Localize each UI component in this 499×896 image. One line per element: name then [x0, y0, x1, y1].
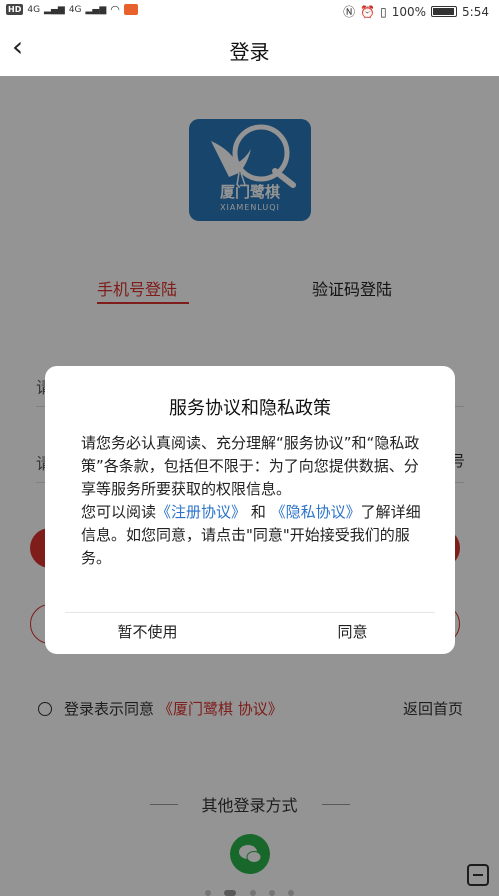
- agree-button[interactable]: 同意: [250, 621, 455, 642]
- battery-percent: 100%: [391, 4, 427, 19]
- signal-bars-icon: ▂▄▆: [44, 4, 65, 15]
- privacy-dialog: 服务协议和隐私政策 请您务必认真阅读、充分理解“服务协议”和“隐私政策”各条款，…: [45, 366, 455, 654]
- clock: 5:54: [462, 4, 489, 19]
- status-left: HD 4G ▂▄▆ 4G ▂▄▆ ◠: [6, 3, 138, 16]
- dialog-and: 和: [250, 503, 266, 521]
- nfc-icon: Ⓝ: [343, 5, 356, 19]
- dialog-paragraph-1: 请您务必认真阅读、充分理解“服务协议”和“隐私政策”各条款，包括但不限于：为了向…: [81, 434, 420, 498]
- notification-app-icon: [123, 4, 138, 15]
- battery-icon: [431, 6, 458, 17]
- dialog-divider: [65, 612, 435, 613]
- dialog-body: 请您务必认真阅读、充分理解“服务协议”和“隐私政策”各条款，包括但不限于：为了向…: [81, 432, 431, 570]
- vibrate-icon: ▯: [380, 4, 387, 19]
- hd-badge: HD: [6, 4, 24, 15]
- dialog-paragraph-2: 您可以阅读《注册协议》 和 《隐私协议》了解详细信息。如您同意，请点击"同意"开…: [81, 501, 431, 570]
- dialog-read-prefix: 您可以阅读: [81, 503, 157, 521]
- dialog-title: 服务协议和隐私政策: [169, 398, 331, 419]
- privacy-agreement-link[interactable]: 《隐私协议》: [271, 503, 361, 521]
- register-agreement-link[interactable]: 《注册协议》: [156, 503, 246, 521]
- wifi-icon: ◠: [110, 3, 120, 16]
- decline-button[interactable]: 暂不使用: [45, 621, 250, 642]
- status-right: Ⓝ ⏰ ▯ 100% 5:54: [343, 3, 489, 20]
- signal-bars-icon: ▂▄▆: [85, 4, 107, 15]
- nav-bar: ‹ 登录: [0, 22, 499, 76]
- alarm-icon: ⏰: [360, 4, 376, 19]
- status-bar: HD 4G ▂▄▆ 4G ▂▄▆ ◠ Ⓝ ⏰ ▯ 100% 5:54: [0, 0, 499, 22]
- page-title: 登录: [229, 40, 270, 64]
- signal-1: 4G: [27, 4, 41, 15]
- signal-2: 4G: [68, 4, 82, 15]
